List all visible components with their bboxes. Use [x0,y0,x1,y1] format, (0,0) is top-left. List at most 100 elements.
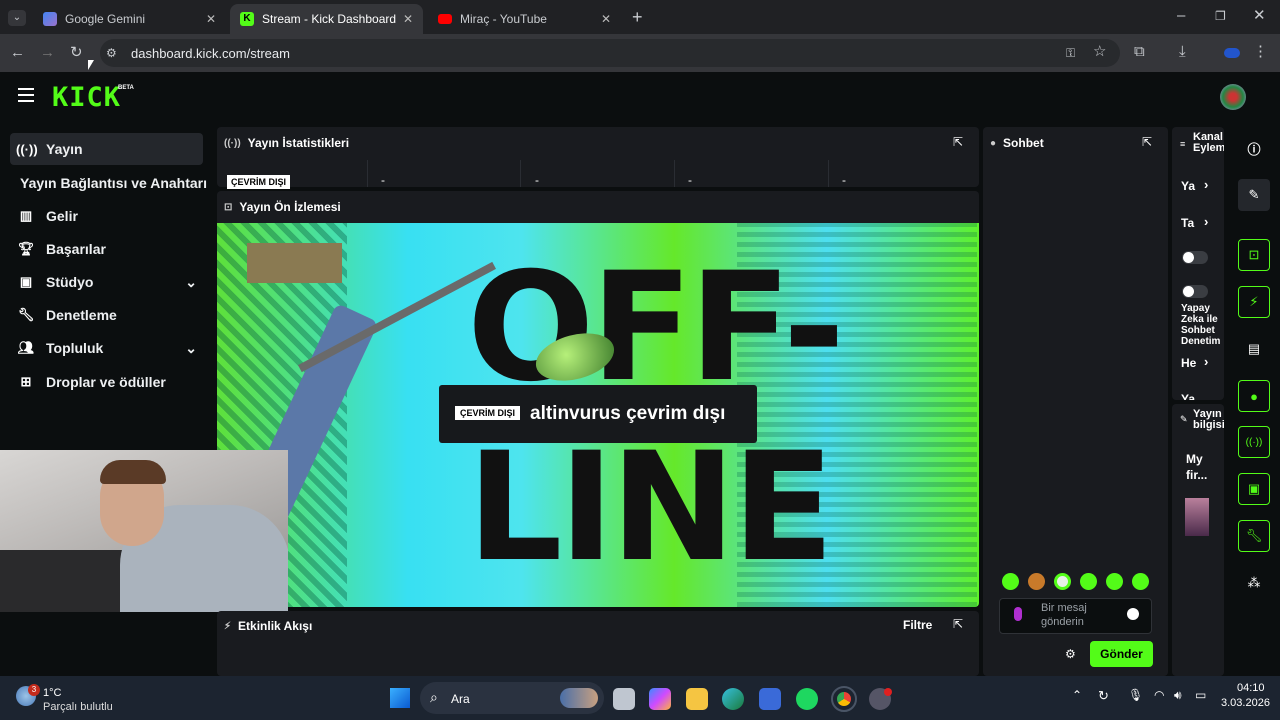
chart-icon: ▥ [19,208,33,223]
sidebar-item-denetleme[interactable]: 🔧︎ Denetleme [10,299,203,331]
store-icon[interactable] [759,688,781,710]
tab-kick[interactable]: K Stream - Kick Dashboard ✕ [230,4,423,34]
sidebar-item-stream-key[interactable]: Yayın Bağlantısı ve Anahtarı [20,167,220,199]
emote-icon[interactable] [1054,573,1071,590]
chat-settings-icon[interactable]: ⚙ [1065,647,1076,661]
action-item[interactable]: Ta [1181,216,1194,230]
chevron-up-icon[interactable]: ⌃ [1072,688,1082,702]
volume-icon[interactable]: 🔊︎ [1174,688,1182,703]
preview-widget-icon[interactable]: ⊡ [1238,239,1270,271]
emote-icon[interactable] [1028,573,1045,590]
emote-icon[interactable] [1080,573,1097,590]
moderation-widget-icon[interactable]: 🔧︎ [1238,520,1270,552]
password-key-icon[interactable]: ⚿ [1066,45,1075,61]
taskview-icon[interactable] [613,688,635,710]
windows-start-icon[interactable] [390,688,410,708]
address-bar[interactable]: ⚙ dashboard.kick.com/stream [100,39,1120,67]
forward-icon[interactable]: → [40,45,55,61]
mouse-cursor-icon [88,60,94,70]
hamburger-menu-icon[interactable] [18,88,34,102]
kick-favicon-icon: K [240,12,254,26]
download-icon[interactable]: ⤓ [1179,44,1186,60]
close-window-icon[interactable]: ✕ [1253,8,1266,24]
minimize-icon[interactable]: – [1177,8,1185,24]
wifi-icon[interactable]: ◠ [1154,688,1164,702]
menu-dots-icon[interactable]: ⋮ [1253,44,1268,60]
chat-widget-icon[interactable]: ● [1238,380,1270,412]
send-button[interactable]: Gönder [1090,641,1153,667]
temperature: 1°C [43,687,62,699]
activity-widget-icon[interactable]: ⚡︎ [1238,286,1270,318]
chrome-icon[interactable] [831,686,857,712]
sync-icon[interactable]: ↻ [1098,688,1109,704]
microphone-icon[interactable]: 🎙︎ [1128,688,1143,702]
close-tab-icon[interactable]: ✕ [403,12,413,26]
filter-button[interactable]: Filtre [903,618,932,632]
layout-icon[interactable]: ⁂ [1238,567,1270,599]
maximize-icon[interactable]: ❐ [1215,8,1226,24]
stream-info-widget-icon[interactable]: ▣ [1238,473,1270,505]
beta-badge: BETA [118,85,134,91]
emote-icon[interactable] [1132,573,1149,590]
mic-icon[interactable] [1014,607,1022,621]
stream-info-panel: ✎ Yayın bilgisi My fir... [1172,404,1224,676]
extensions-icon[interactable]: ⧉ [1134,44,1145,60]
tab-gemini[interactable]: Google Gemini ✕ [33,4,226,34]
avatar[interactable] [1220,84,1246,110]
edit-icon[interactable]: ✎ [1238,179,1270,211]
toggle-switch[interactable] [1182,285,1208,298]
action-item[interactable]: Ya [1181,392,1195,400]
kick-logo[interactable]: KICK [52,82,121,113]
sidebar-item-basarilar[interactable]: 🏆︎ Başarılar [10,233,203,265]
taskbar-search[interactable]: ⌕ Ara [420,682,604,714]
category-thumbnail[interactable] [1185,498,1209,536]
info-icon[interactable]: ⓘ [1238,132,1270,164]
edge-icon[interactable] [722,688,744,710]
bookmark-star-icon[interactable]: ☆ [1093,44,1106,60]
trophy-icon: 🏆︎ [17,241,35,256]
close-tab-icon[interactable]: ✕ [601,12,611,26]
url-text[interactable]: dashboard.kick.com/stream [131,46,290,61]
chevron-down-icon[interactable]: ⌄ [185,340,197,357]
emote-icon[interactable] [1002,573,1019,590]
chat-input[interactable]: Bir mesaj gönderin [999,598,1152,634]
chevron-right-icon[interactable]: › [1204,214,1208,229]
tab-search-icon[interactable]: ⌄ [8,10,26,26]
popout-icon[interactable]: ⇱ [953,617,963,631]
site-info-icon[interactable]: ⚙ [106,45,117,61]
profile-extension-icon[interactable] [1224,48,1240,58]
chevron-right-icon[interactable]: › [1204,177,1208,192]
new-tab-icon[interactable]: + [632,8,643,26]
broadcast-widget-icon[interactable]: ((·)) [1238,426,1270,458]
popout-icon[interactable]: ⇱ [1142,135,1152,149]
action-item[interactable]: He [1181,356,1196,370]
spotify-icon[interactable] [796,688,818,710]
tab-title: Google Gemini [65,12,146,26]
battery-icon[interactable]: ▭ [1195,688,1206,702]
popout-icon[interactable]: ⇱ [953,135,963,149]
toggle-switch[interactable] [1182,251,1208,264]
emoji-icon[interactable] [1127,608,1139,620]
sidebar-item-studyo[interactable]: ▣ Stüdyo ⌄ [10,266,203,298]
copilot-icon[interactable] [649,688,671,710]
broadcast-icon: ((·)) [16,141,38,157]
action-item[interactable]: Ya [1181,179,1195,193]
tab-youtube[interactable]: Miraç - YouTube ✕ [428,4,621,34]
sidebar-item-gelir[interactable]: ▥ Gelir [10,200,203,232]
recording-dot [884,688,892,696]
sidebar-item-droplar[interactable]: ⊞ Droplar ve ödüller [10,366,203,398]
offline-overlay: ÇEVRİM DIŞI altinvurus çevrim dışı [439,385,757,443]
clock-date[interactable]: 3.03.2026 [1221,697,1270,709]
chevron-right-icon[interactable]: › [1204,354,1208,369]
close-tab-icon[interactable]: ✕ [206,12,216,26]
activity-feed-panel: ⚡︎ Etkinlik Akışı Filtre ⇱ [217,611,979,676]
sidebar-item-yayin[interactable]: ((·)) Yayın [10,133,203,165]
emote-icon[interactable] [1106,573,1123,590]
notes-icon[interactable]: ▤ [1238,333,1270,365]
reload-icon[interactable]: ↻ [70,45,83,61]
sidebar-item-topluluk[interactable]: 👥︎ Topluluk ⌄ [10,332,203,364]
file-explorer-icon[interactable] [686,688,708,710]
clock-time[interactable]: 04:10 [1237,682,1265,694]
chevron-down-icon[interactable]: ⌄ [185,274,197,291]
back-icon[interactable]: ← [10,45,25,61]
